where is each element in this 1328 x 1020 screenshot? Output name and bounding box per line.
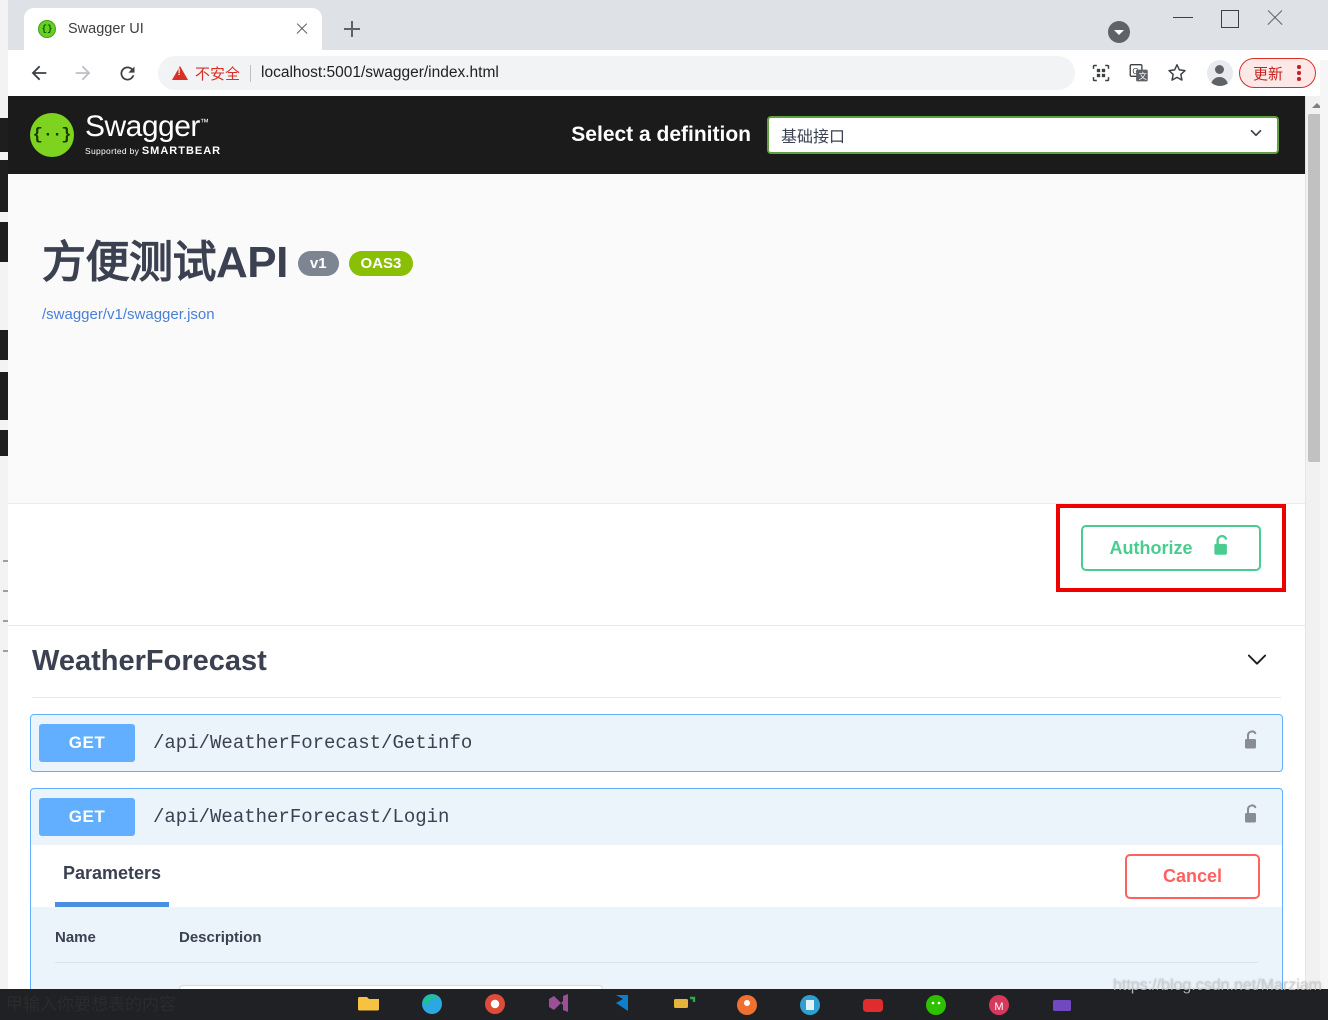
http-method-badge: GET (39, 798, 135, 836)
translate-icon[interactable]: G 文 (1123, 57, 1155, 89)
address-bar[interactable]: 不安全 localhost:5001/swagger/index.html (158, 56, 1075, 90)
reload-icon[interactable] (110, 56, 144, 90)
operation-body: Parameters Cancel Name Description (31, 845, 1282, 1000)
tag-name: WeatherForecast (32, 645, 1243, 678)
browser-window: {} Swagger UI 不安全 localhost:5001/swagger… (8, 0, 1328, 1000)
maximize-icon[interactable] (1206, 0, 1252, 34)
tab-title: Swagger UI (68, 21, 290, 37)
column-header-description: Description (179, 929, 1258, 946)
update-button[interactable]: 更新 (1239, 58, 1316, 88)
visual-studio-icon[interactable] (545, 989, 571, 1015)
edge-browser-icon[interactable] (419, 989, 445, 1015)
operation-path: /api/WeatherForecast/Getinfo (153, 732, 1242, 754)
bookmark-star-icon[interactable] (1161, 57, 1193, 89)
profile-avatar[interactable] (1207, 60, 1233, 86)
unlock-icon (1211, 534, 1233, 563)
watermark-text: https://blog.csdn.net/Marziam (1113, 977, 1322, 995)
parameters-table-header: Name Description (55, 915, 1258, 963)
app-purple-icon[interactable] (1049, 989, 1075, 1015)
unlock-icon[interactable] (1242, 803, 1262, 832)
unlock-icon[interactable] (1242, 729, 1262, 758)
wechat-icon[interactable] (923, 989, 949, 1015)
api-title-row: 方便测试API v1 OAS3 (42, 226, 1271, 290)
definition-selected-value: 基础接口 (781, 123, 1247, 147)
operation-tabs-row: Parameters Cancel (31, 845, 1282, 907)
operation-summary[interactable]: GET /api/WeatherForecast/Getinfo (31, 715, 1282, 771)
app-orange-icon[interactable] (734, 989, 760, 1015)
operation-summary[interactable]: GET /api/WeatherForecast/Login (31, 789, 1282, 845)
swagger-topbar: {··} Swagger™ Supported by SMARTBEAR Sel… (8, 96, 1305, 174)
http-method-badge: GET (39, 724, 135, 762)
tab-strip: {} Swagger UI (8, 0, 1328, 50)
file-explorer-icon[interactable] (356, 989, 382, 1015)
cancel-button[interactable]: Cancel (1125, 854, 1260, 899)
browser-toolbar: 不安全 localhost:5001/swagger/index.html G … (8, 50, 1328, 96)
swagger-logo[interactable]: {··} Swagger™ Supported by SMARTBEAR (30, 113, 221, 157)
swagger-ui-page: {··} Swagger™ Supported by SMARTBEAR Sel… (8, 96, 1305, 1000)
swagger-logo-icon: {··} (30, 113, 74, 157)
swagger-favicon-icon: {} (38, 20, 56, 38)
logo-subtitle-prefix: Supported by (85, 146, 139, 156)
select-definition-label: Select a definition (571, 123, 751, 147)
swagger-logo-word: Swagger (85, 110, 200, 143)
operation-login[interactable]: GET /api/WeatherForecast/Login Parameter… (30, 788, 1283, 1000)
plus-icon[interactable] (338, 15, 366, 43)
desktop-right-edge (1320, 60, 1328, 990)
close-icon[interactable] (1252, 0, 1298, 34)
chevron-down-icon[interactable] (1243, 645, 1281, 678)
svg-text:文: 文 (1139, 71, 1148, 81)
arrow-left-icon[interactable] (22, 56, 56, 90)
warning-triangle-icon (172, 66, 188, 80)
trademark-symbol: ™ (200, 117, 209, 127)
minimize-icon[interactable] (1160, 0, 1206, 34)
app-blue-icon[interactable] (797, 989, 823, 1015)
visual-studio-code-icon[interactable] (608, 989, 634, 1015)
url-text: localhost:5001/swagger/index.html (261, 64, 499, 82)
parameters-table: Name Description username string (query) (31, 907, 1282, 1000)
app-red-icon[interactable] (860, 989, 886, 1015)
chevron-down-icon (1247, 124, 1265, 147)
oas-badge: OAS3 (349, 251, 414, 276)
chevron-down-circle-icon[interactable] (1108, 21, 1130, 43)
column-header-name: Name (55, 929, 179, 946)
close-icon[interactable] (290, 17, 314, 41)
swagger-json-link[interactable]: /swagger/v1/swagger.json (42, 306, 215, 323)
authorize-highlight-annotation: Authorize (1056, 504, 1286, 592)
authorize-button[interactable]: Authorize (1081, 525, 1261, 571)
three-dots-icon[interactable] (1287, 61, 1311, 85)
browser-tab[interactable]: {} Swagger UI (24, 8, 322, 50)
update-label: 更新 (1253, 63, 1283, 84)
chrome-browser-icon[interactable] (482, 989, 508, 1015)
tab-parameters[interactable]: Parameters (55, 845, 169, 907)
version-badge: v1 (298, 251, 339, 276)
tag-header-weatherforecast[interactable]: WeatherForecast (32, 626, 1281, 698)
divider (250, 65, 251, 82)
folder-icon[interactable] (671, 989, 697, 1015)
authorize-row: Authorize (8, 504, 1305, 626)
page-viewport: {··} Swagger™ Supported by SMARTBEAR Sel… (8, 96, 1328, 1000)
logo-subtitle-brand: SMARTBEAR (142, 145, 221, 157)
security-status-text: 不安全 (195, 63, 240, 84)
tag-section: WeatherForecast GET /api/WeatherForecast… (8, 626, 1305, 1000)
api-info-block: 方便测试API v1 OAS3 /swagger/v1/swagger.json (8, 174, 1305, 504)
arrow-right-icon (66, 56, 100, 90)
operation-getinfo[interactable]: GET /api/WeatherForecast/Getinfo (30, 714, 1283, 772)
qr-code-icon[interactable] (1085, 57, 1117, 89)
background-bottom-text: 甲输入你要想表的内容 (6, 990, 176, 1015)
authorize-label: Authorize (1110, 538, 1193, 559)
page-title: 方便测试API (42, 226, 288, 290)
operation-path: /api/WeatherForecast/Login (153, 806, 1242, 828)
app-pink-icon[interactable]: M (986, 989, 1012, 1015)
taskbar-app-list: M (356, 989, 1075, 1015)
svg-text:M: M (994, 1001, 1003, 1013)
definition-select[interactable]: 基础接口 (767, 116, 1279, 154)
